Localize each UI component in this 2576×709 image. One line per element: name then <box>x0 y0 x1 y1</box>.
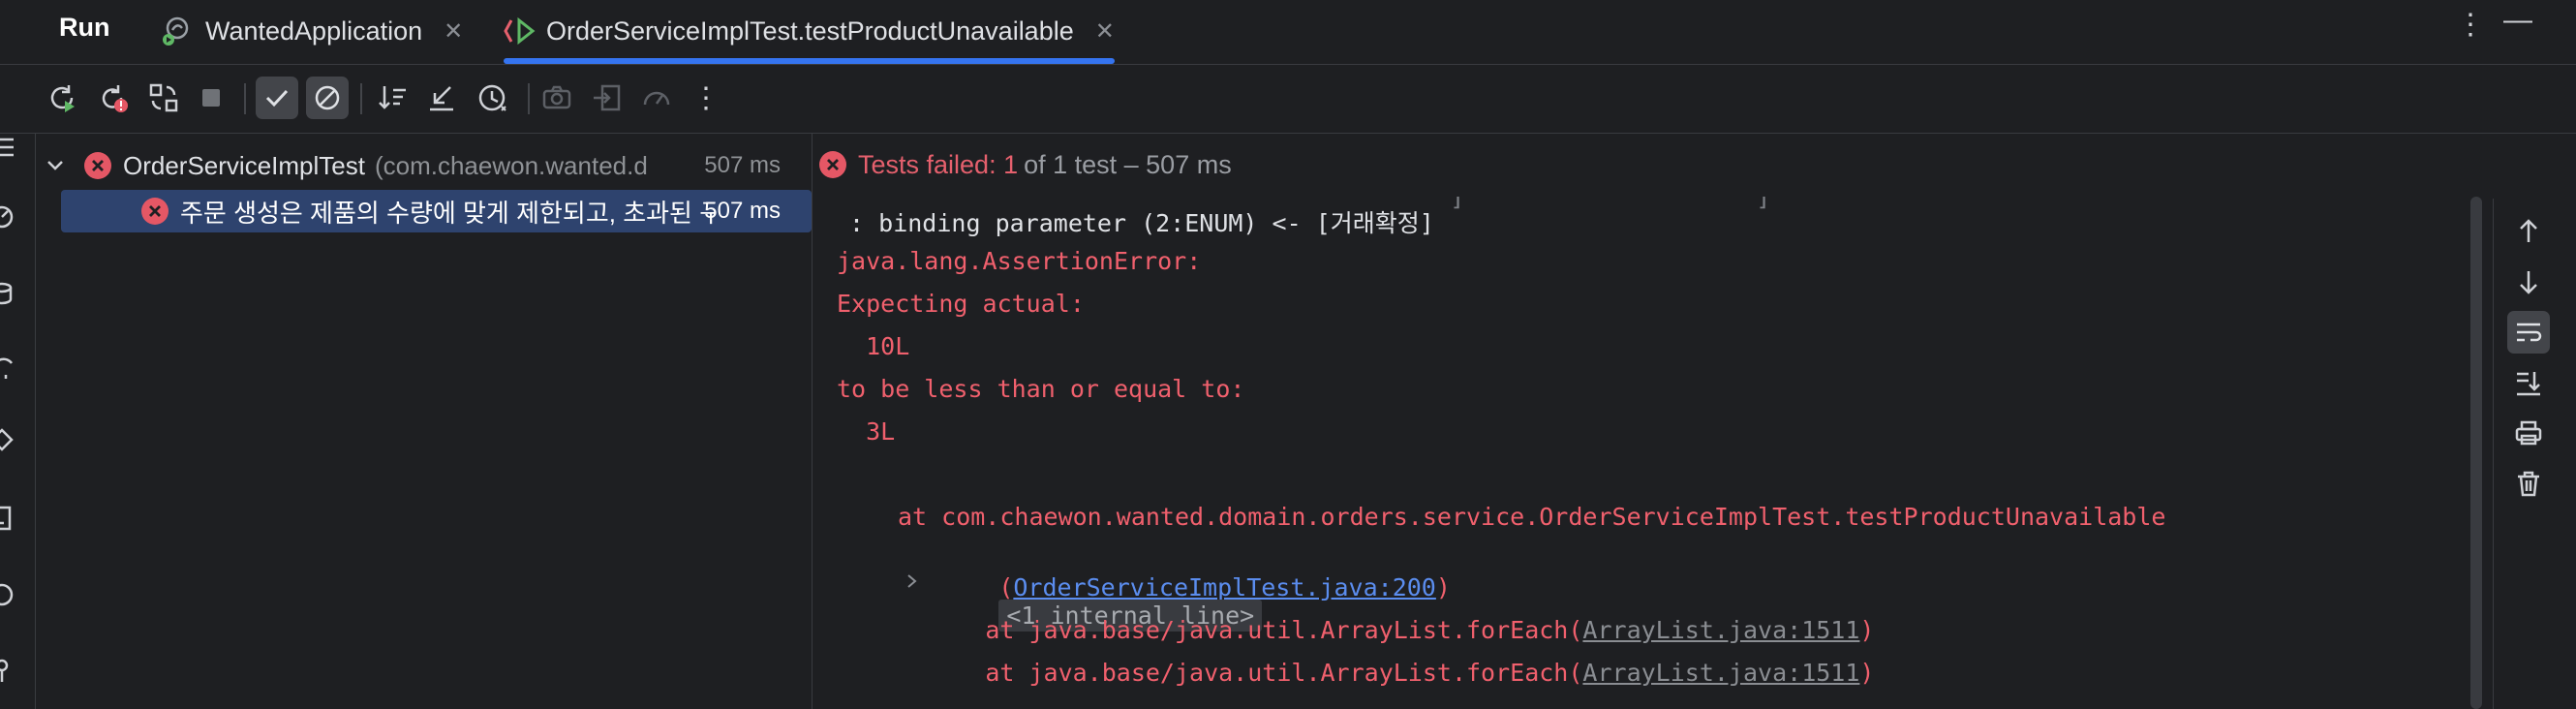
console-side-toolbar <box>2493 199 2576 709</box>
sort-icon <box>379 86 406 109</box>
tree-root-row[interactable]: OrderServiceImplTest (com.chaewon.wanted… <box>36 144 812 187</box>
show-passed-toggle[interactable] <box>256 77 298 119</box>
arrow-down-icon <box>2520 271 2537 294</box>
stop-icon <box>202 89 220 107</box>
console-output: ] ] : binding parameter (2:ENUM) <- [거래확… <box>813 197 2466 709</box>
paren: ) <box>1859 659 1875 687</box>
terminal-icon[interactable] <box>0 504 19 533</box>
tests-failed-text: Tests failed: 1 <box>858 149 1019 179</box>
profiler-icon[interactable] <box>0 202 19 231</box>
up-button[interactable] <box>2507 210 2550 253</box>
toolbar-separator <box>360 83 362 114</box>
more-vertical-icon: ⋮ <box>691 81 721 114</box>
minimize-icon[interactable]: — <box>2503 4 2532 37</box>
source-link[interactable]: ArrayList.java:1511 <box>1582 659 1859 687</box>
test-console: Tests failed: 1 of 1 test – 507 ms ] ] :… <box>813 133 2482 709</box>
spring-boot-app-icon <box>161 15 196 47</box>
sort-button[interactable] <box>372 77 414 119</box>
print-icon <box>2515 420 2542 446</box>
toggle-auto-test-icon <box>149 83 178 112</box>
trash-icon <box>2518 471 2539 497</box>
endpoints-icon[interactable] <box>0 354 19 383</box>
scroll-to-end-button[interactable] <box>2507 361 2550 404</box>
rerun-failed-button[interactable] <box>92 77 135 119</box>
toolbar-separator <box>528 83 530 114</box>
services-icon[interactable] <box>0 280 19 309</box>
scrollbar-thumb[interactable] <box>2470 197 2482 709</box>
import-button[interactable] <box>586 77 629 119</box>
stacktrace-line: at com.chaewon.wanted.domain.orders.serv… <box>898 503 2166 531</box>
tree-child-row[interactable]: 주문 생성은 제품의 수량에 맞게 제한되고, 초과된 구 507 ms <box>61 190 812 232</box>
run-title: Run <box>59 13 110 42</box>
soft-wrap-toggle[interactable] <box>2507 311 2550 354</box>
arrow-up-icon <box>2520 219 2537 242</box>
test-duration: 507 ms <box>704 152 781 178</box>
ignored-icon <box>315 85 340 110</box>
console-line: Expecting actual: <box>837 290 1085 318</box>
tests-summary-text: of 1 test – 507 ms <box>1024 149 1232 179</box>
stop-button[interactable] <box>190 77 232 119</box>
test-method-name: 주문 생성은 제품의 수량에 맞게 제한되고, 초과된 구 <box>180 198 715 228</box>
test-failed-icon <box>84 152 111 179</box>
screenshot-button[interactable] <box>536 77 578 119</box>
rerun-button[interactable] <box>41 77 83 119</box>
stacktrace-text: at java.base/java.util.ArrayList.forEach… <box>985 659 1583 687</box>
console-line: : binding parameter (2:ENUM) <- [거래확정] <box>835 209 1434 237</box>
more-vertical-icon[interactable]: ⋮ <box>2456 8 2485 42</box>
tab-label: OrderServiceImplTest.testProductUnavaila… <box>546 15 1074 46</box>
check-icon <box>265 89 289 108</box>
rerun-failed-tests-icon <box>102 85 128 112</box>
console-line: java.lang.AssertionError: <box>837 247 1202 275</box>
test-class-name: OrderServiceImplTest <box>123 150 365 180</box>
problems-icon[interactable] <box>0 580 19 609</box>
print-button[interactable] <box>2507 412 2550 454</box>
left-tool-stripe <box>0 133 36 709</box>
test-toolbar: ⋮ <box>0 64 2576 134</box>
toolbar-separator <box>244 83 246 114</box>
test-failed-icon <box>141 198 169 225</box>
close-icon[interactable]: ✕ <box>444 17 463 46</box>
more-button[interactable]: ⋮ <box>685 77 727 119</box>
console-line: 3L <box>837 417 896 446</box>
version-control-icon[interactable] <box>0 656 19 685</box>
collapse-icon <box>430 86 453 111</box>
console-line: to be less than or equal to: <box>837 375 1245 403</box>
collapse-button[interactable] <box>420 77 463 119</box>
tab-test-run[interactable]: OrderServiceImplTest.testProductUnavaila… <box>504 0 1115 64</box>
history-button[interactable] <box>472 77 514 119</box>
rerun-icon <box>50 85 75 112</box>
history-icon <box>478 84 506 111</box>
clear-button[interactable] <box>2507 462 2550 505</box>
stacktrace-line: at java.base/java.util.ArrayList.forEach… <box>898 631 1874 709</box>
test-duration: 507 ms <box>704 198 781 224</box>
run-tool-window-header: Run WantedApplication ✕ OrderServiceImpl… <box>0 0 2576 65</box>
scroll-to-end-icon <box>2517 372 2540 396</box>
test-class-icon <box>504 16 537 46</box>
down-button[interactable] <box>2507 261 2550 303</box>
test-package: (com.chaewon.wanted.d <box>374 150 648 180</box>
error-circle-icon <box>819 151 846 178</box>
test-status-bar: Tests failed: 1 of 1 test – 507 ms <box>813 133 2466 197</box>
console-line: 10L <box>837 332 910 360</box>
toggle-auto-test-button[interactable] <box>142 77 185 119</box>
console-scrollbar[interactable] <box>2466 197 2487 709</box>
test-results-tree: OrderServiceImplTest (com.chaewon.wanted… <box>36 133 813 709</box>
soft-wrap-icon <box>2517 323 2542 342</box>
show-ignored-toggle[interactable] <box>306 77 349 119</box>
chevron-down-icon[interactable] <box>36 159 75 172</box>
coverage-button[interactable] <box>635 77 678 119</box>
tab-wanted-application[interactable]: WantedApplication ✕ <box>161 0 463 62</box>
tab-label: WantedApplication <box>205 15 423 46</box>
structure-icon[interactable] <box>0 133 19 162</box>
git-icon[interactable] <box>0 427 19 456</box>
camera-icon <box>542 85 571 109</box>
import-icon <box>594 84 621 111</box>
close-icon[interactable]: ✕ <box>1095 17 1115 46</box>
gauge-icon <box>643 91 670 106</box>
